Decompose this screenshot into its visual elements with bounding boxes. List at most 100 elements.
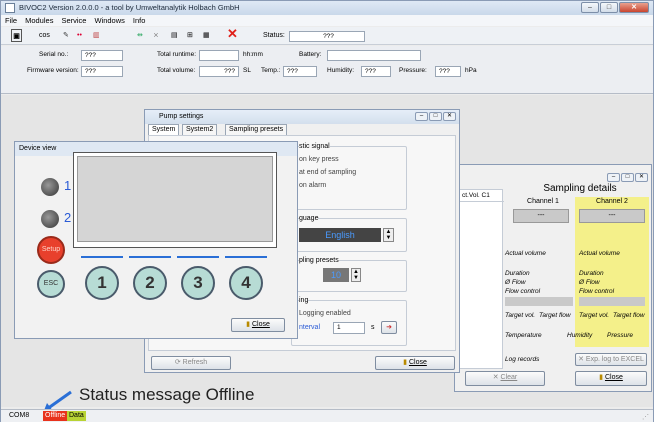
esc-button[interactable]: ESC [37,270,65,298]
key-3-button[interactable]: 3 [181,266,215,300]
ps-close-icon[interactable]: ✕ [443,112,456,121]
resize-grip-icon[interactable]: ⋰ [642,412,649,424]
com-port: COM8 [9,412,30,419]
battery-label: Battery: [299,51,322,58]
settings-icon[interactable]: ⊞ [187,29,193,42]
c1-flow-control: Flow control [505,288,541,295]
led-2 [41,210,59,228]
runtime-unit: hh:mm [243,51,263,58]
logging-group-title: ing [299,296,309,306]
sd-minimize-button[interactable]: – [607,173,620,182]
interval-input[interactable]: 1 [333,322,365,334]
device-view-window: Device view 1 2 Setup ESC 1 2 3 4 ▮ Clos… [14,141,298,339]
sampling-details-title: Sampling details [543,183,617,194]
c1-duration: Duration [505,270,530,277]
key-2-button[interactable]: 2 [133,266,167,300]
sd-close-button[interactable]: ▮ Close [575,371,647,386]
firmware-field: ??? [81,66,123,77]
minimize-button[interactable]: – [581,2,599,13]
records-table[interactable]: ct.Vol. C1 [459,189,504,369]
pressure-label: Pressure: [399,67,427,74]
c1-flow: Ø Flow [505,279,526,286]
document-icon[interactable]: ▤ [171,29,178,42]
c2-flow-control-bar [579,297,645,306]
pressure-label-sd: Pressure [607,332,634,339]
acoustic-alarm[interactable]: on alarm [299,181,326,191]
sd-maximize-button[interactable]: □ [621,173,634,182]
key-1-button[interactable]: 1 [85,266,119,300]
firmware-label: Firmware version: [27,67,79,74]
export-excel-button[interactable]: ✕ Exp. log to EXCEL [575,353,647,366]
temperature-label: Temperature [505,332,542,339]
c2-flow-control: Flow control [579,288,615,295]
menu-windows[interactable]: Windows [94,15,124,26]
device-display [77,156,273,242]
ps-close-button[interactable]: ▮ Close [375,356,455,370]
serial-field: ??? [81,50,123,61]
key-4-line [225,256,267,258]
split-icon[interactable]: ⇹ [137,29,143,42]
acoustic-group-title: stic signal [299,142,330,152]
key-4-button[interactable]: 4 [229,266,263,300]
ps-maximize-button[interactable]: □ [429,112,442,121]
key-1-line [81,256,123,258]
stop-icon[interactable]: ✕ [227,27,238,40]
menu-bar: File Modules Service Windows Info [1,15,653,26]
led-1-label: 1 [64,178,72,193]
toolbar: ▣ cos ✎ •• ▥ ⇹ ⨯ ▤ ⊞ ▦ ✕ Status: ??? [1,27,653,45]
maximize-button[interactable]: □ [600,2,618,13]
c1-target-flow: Target flow [539,312,571,319]
clear-button[interactable]: ✕ Clear [465,371,545,386]
c2-target: Target vol. [579,312,610,319]
total-volume-field: ??? [199,66,239,77]
acoustic-key-press[interactable]: on key press [299,155,339,165]
humidity-label: Humidity: [327,67,355,74]
language-group-title: guage [299,214,319,224]
setup-button[interactable]: Setup [37,236,65,264]
refresh-button[interactable]: ⟳ Refresh [151,356,231,370]
c2-actual-volume: Actual volume [579,250,620,257]
logging-enabled-checkbox[interactable]: Logging enabled [299,309,351,319]
temp-label: Temp.: [261,67,281,74]
c2-flow: Ø Flow [579,279,600,286]
interval-unit: s [371,324,375,331]
connect-icon[interactable]: ▣ [11,29,22,42]
ps-minimize-button[interactable]: – [415,112,428,121]
runtime-field [199,50,239,61]
title-bar: BIVOC2 Version 2.0.0.0 - a tool by Umwel… [1,1,653,15]
c2-duration: Duration [579,270,604,277]
data-badge: Data [67,411,86,421]
pressure-field: ??? [435,66,461,77]
report-icon[interactable]: ▦ [203,29,210,42]
channel2-value: --- [579,209,645,223]
dots-icon[interactable]: •• [77,29,82,42]
humidity-field: ??? [361,66,391,77]
channel1-label: Channel 1 [527,198,559,205]
cross-tool-icon[interactable]: ⨯ [153,29,159,42]
close-window-button[interactable]: ✕ [619,2,649,13]
dv-close-button[interactable]: ▮ Close [231,318,285,332]
menu-service[interactable]: Service [61,15,86,26]
presets-display: 10 [323,268,349,282]
menu-info[interactable]: Info [133,15,146,26]
language-spinner[interactable]: ▲ ▼ [383,228,394,242]
sd-close-icon[interactable]: ✕ [635,173,648,182]
menu-modules[interactable]: Modules [25,15,53,26]
presets-spinner[interactable]: ▲ ▼ [351,268,361,282]
channel2-label: Channel 2 [596,198,628,205]
key-2-line [129,256,171,258]
pump-settings-titlebar: Pump settings – □ ✕ [145,110,459,124]
cos-button[interactable]: cos [39,29,50,42]
chart-icon[interactable]: ▥ [93,29,100,42]
interval-apply-button[interactable]: ➜ [381,321,397,334]
presets-group-title: pling presets [299,256,339,266]
annotation-text: Status message Offline [79,385,255,404]
acoustic-end-sampling[interactable]: at end of sampling [299,168,356,178]
menu-file[interactable]: File [5,15,17,26]
pressure-unit: hPa [465,67,477,74]
status-bar: COM8 Offline Data ⋰ [1,409,653,422]
pump-settings-title: Pump settings [159,113,204,120]
wrench-icon[interactable]: ✎ [63,29,69,42]
log-records-label: Log records [505,356,540,363]
c1-target: Target vol. [505,312,536,319]
